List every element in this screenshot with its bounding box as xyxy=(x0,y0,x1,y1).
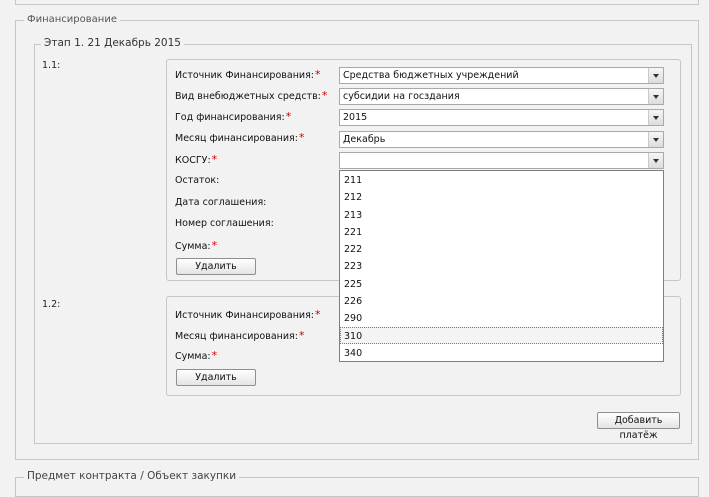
kosgu-option[interactable]: 221 xyxy=(340,223,663,240)
kosgu-option[interactable]: 290 xyxy=(340,309,663,326)
kosgu-label: КОСГУ:* xyxy=(175,153,218,166)
required-mark: * xyxy=(211,349,218,362)
kosgu-option[interactable]: 213 xyxy=(340,206,663,223)
kosgu-option[interactable]: 225 xyxy=(340,275,663,292)
financing-legend: Финансирование xyxy=(24,14,120,25)
amount-label: Сумма:* xyxy=(175,239,218,252)
required-mark: * xyxy=(285,110,292,123)
required-mark: * xyxy=(211,153,218,166)
chevron-down-icon[interactable] xyxy=(648,110,663,125)
month-label: Месяц финансирования:* xyxy=(175,131,305,144)
source-select[interactable]: Средства бюджетных учреждений xyxy=(339,67,664,84)
extra-type-label: Вид внебюджетных средств:* xyxy=(175,89,328,102)
required-mark: * xyxy=(298,131,305,144)
payment-2-label: 1.2: xyxy=(42,299,61,310)
source-2-label: Источник Финансирования:* xyxy=(175,308,321,321)
source-label: Источник Финансирования:* xyxy=(175,68,321,81)
year-select[interactable]: 2015 xyxy=(339,109,664,126)
month-2-label: Месяц финансирования:* xyxy=(175,329,305,342)
extra-type-select[interactable]: субсидии на госздания xyxy=(339,88,664,105)
kosgu-option[interactable]: 212 xyxy=(340,188,663,205)
delete-payment-2-button[interactable]: Удалить xyxy=(176,369,256,386)
year-value: 2015 xyxy=(343,112,368,123)
kosgu-dropdown-list[interactable]: 211 212 213 221 222 223 225 226 290 310 340 xyxy=(339,170,664,362)
kosgu-option[interactable]: 222 xyxy=(340,240,663,257)
delete-payment-1-button[interactable]: Удалить xyxy=(176,258,256,275)
kosgu-option[interactable]: 223 xyxy=(340,257,663,274)
chevron-down-icon[interactable] xyxy=(648,132,663,147)
month-select[interactable]: Декабрь xyxy=(339,131,664,148)
required-mark: * xyxy=(321,89,328,102)
kosgu-option[interactable]: 340 xyxy=(340,344,663,361)
required-mark: * xyxy=(315,308,321,321)
kosgu-select[interactable] xyxy=(339,152,664,169)
agreement-date-label: Дата соглашения: xyxy=(175,197,267,208)
extra-type-value: субсидии на госздания xyxy=(343,91,460,102)
chevron-down-icon[interactable] xyxy=(648,68,663,83)
required-mark: * xyxy=(315,68,321,81)
agreement-number-label: Номер соглашения: xyxy=(175,218,274,229)
kosgu-option[interactable]: 226 xyxy=(340,292,663,309)
year-label: Год финансирования:* xyxy=(175,110,292,123)
required-mark: * xyxy=(211,239,218,252)
month-value: Декабрь xyxy=(343,134,386,145)
stage-legend: Этап 1. 21 Декабрь 2015 xyxy=(41,37,184,49)
remainder-label: Остаток: xyxy=(175,175,220,186)
payment-1-label: 1.1: xyxy=(42,60,61,71)
source-value: Средства бюджетных учреждений xyxy=(343,70,519,81)
add-payment-button[interactable]: Добавить платёж xyxy=(597,412,680,441)
required-mark: * xyxy=(298,329,305,342)
amount-2-label: Сумма:* xyxy=(175,349,218,362)
kosgu-option[interactable]: 211 xyxy=(340,171,663,188)
kosgu-option[interactable]: 310 xyxy=(340,326,663,344)
chevron-down-icon[interactable] xyxy=(648,153,663,168)
next-section-legend: Предмет контракта / Объект закупки xyxy=(24,470,240,482)
previous-fieldset-bottom xyxy=(15,0,699,5)
chevron-down-icon[interactable] xyxy=(648,89,663,104)
